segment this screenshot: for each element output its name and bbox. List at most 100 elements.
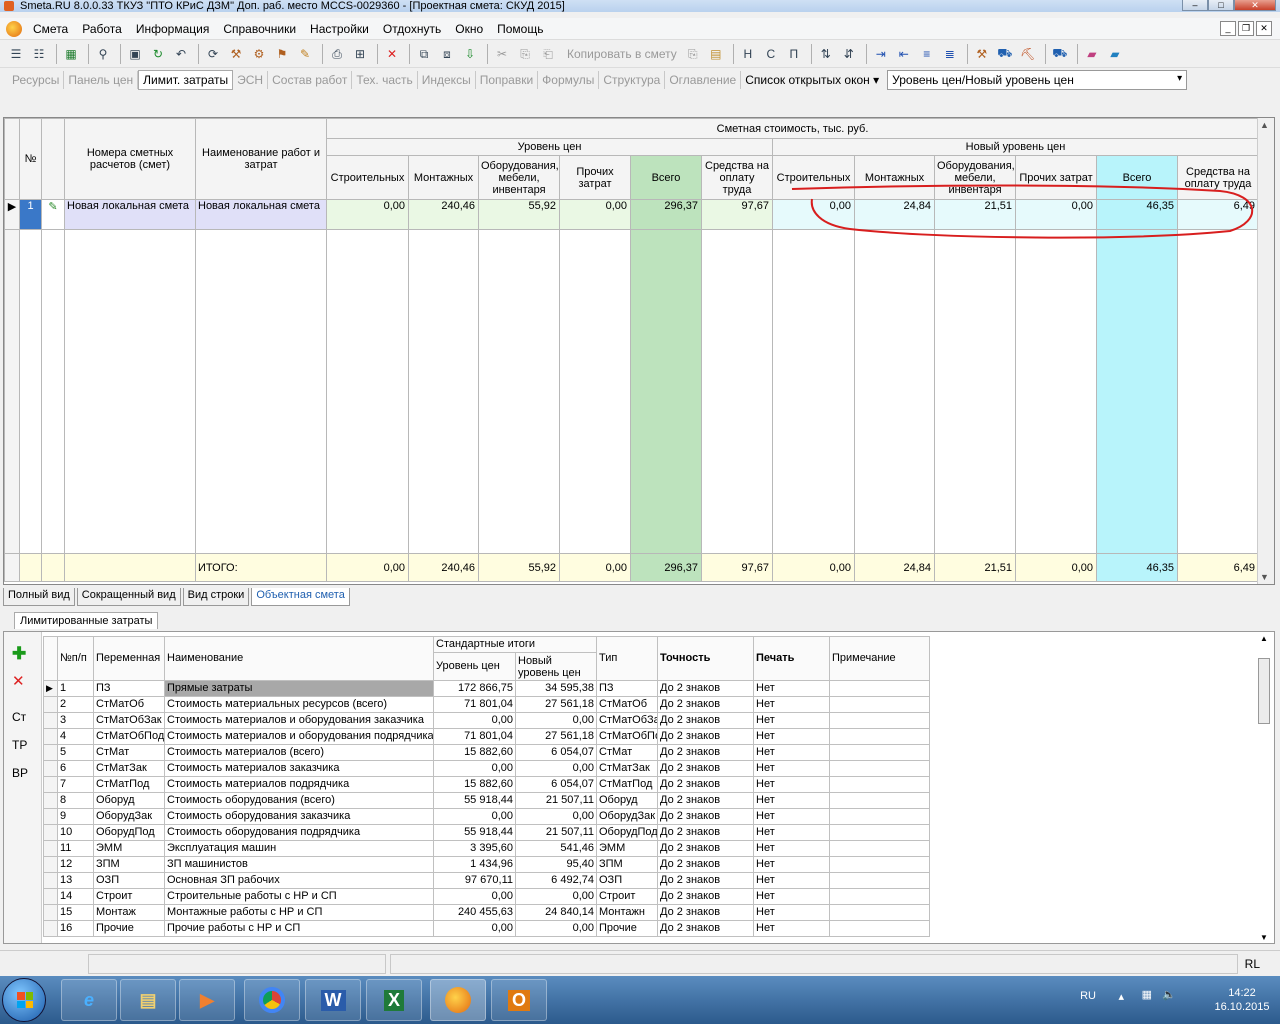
cell-precision[interactable]: До 2 знаков — [657, 680, 754, 697]
delete-row-icon[interactable]: ✕ — [12, 672, 25, 690]
cell-note[interactable] — [829, 808, 930, 825]
menu-info[interactable]: Информация — [129, 22, 216, 36]
menu-help[interactable]: Помощь — [490, 22, 550, 36]
level-down-icon[interactable]: ≣ — [940, 44, 960, 64]
explorer-icon[interactable]: ▤ — [120, 979, 176, 1021]
search-icon[interactable]: ⚲ — [93, 44, 113, 64]
books-icon[interactable]: ▰ — [1105, 44, 1125, 64]
price-level-select[interactable]: Уровень цен/Новый уровень цен — [887, 70, 1188, 90]
cell-type[interactable]: СтМатОбЗа — [596, 712, 658, 729]
cell-name[interactable]: Стоимость оборудования заказчика — [164, 808, 434, 825]
cell-print[interactable]: Нет — [753, 856, 830, 873]
wrench-icon[interactable]: ⚙ — [249, 44, 269, 64]
cell-num[interactable]: 1 — [57, 680, 94, 697]
cell-level[interactable]: 0,00 — [433, 760, 516, 777]
cell-level[interactable]: 0,00 — [433, 920, 516, 937]
cell-print[interactable]: Нет — [753, 776, 830, 793]
cell-new-level[interactable]: 0,00 — [515, 712, 597, 729]
cell-name[interactable]: Монтажные работы с НР и СП — [164, 904, 434, 921]
network-icon[interactable]: ▦ — [1142, 988, 1152, 1001]
cell-note[interactable] — [829, 824, 930, 841]
cell-type[interactable]: ОборудЗак — [596, 808, 658, 825]
menu-settings[interactable]: Настройки — [303, 22, 376, 36]
paste-icon[interactable]: ⎗ — [538, 44, 558, 64]
open-windows-dropdown[interactable]: Список открытых окон ▾ — [741, 71, 883, 89]
cell-precision[interactable]: До 2 знаков — [657, 872, 754, 889]
sort-icon[interactable]: ⇅ — [816, 44, 836, 64]
cell-level[interactable]: 97 670,11 — [433, 872, 516, 889]
clock[interactable]: 14:22 16.10.2015 — [1212, 986, 1272, 1014]
scroll-up-icon[interactable]: ▲ — [1260, 634, 1268, 643]
cell-name[interactable]: Стоимость материалов подрядчика — [164, 776, 434, 793]
table-row[interactable]: 7 СтМатПод Стоимость материалов подрядчика… — [43, 776, 930, 793]
tab-resources[interactable]: Ресурсы — [8, 71, 65, 89]
cell-precision[interactable]: До 2 знаков — [657, 712, 754, 729]
cell-variable[interactable]: СтМатОбЗак — [93, 712, 165, 729]
copy-icon[interactable]: ⎘ — [515, 44, 535, 64]
cell-new-level[interactable]: 0,00 — [515, 888, 597, 905]
cell-note[interactable] — [829, 920, 930, 937]
cell-other[interactable]: 0,00 — [559, 199, 631, 230]
cell-variable[interactable]: СтМатОбПод — [93, 728, 165, 745]
tab-structure[interactable]: Структура — [599, 71, 666, 89]
minimize-button[interactable]: – — [1182, 0, 1208, 11]
copy-estimate-icon[interactable]: ⎘ — [683, 44, 703, 64]
cell-print[interactable]: Нет — [753, 904, 830, 921]
cell-level[interactable]: 71 801,04 — [433, 728, 516, 745]
cell-variable[interactable]: СтМат — [93, 744, 165, 761]
cell-note[interactable] — [829, 888, 930, 905]
cell-note[interactable] — [829, 872, 930, 889]
copy-to-estimate-button[interactable]: Копировать в смету — [567, 47, 677, 61]
tab-row-view[interactable]: Вид строки — [182, 588, 250, 606]
cell-variable[interactable]: ЭММ — [93, 840, 165, 857]
cell-note[interactable] — [829, 776, 930, 793]
cell-level[interactable]: 55 918,44 — [433, 792, 516, 809]
cell-print[interactable]: Нет — [753, 920, 830, 937]
table-row[interactable]: 4 СтМатОбПод Стоимость материалов и оборуд… — [43, 728, 930, 745]
cell-name[interactable]: Прямые затраты — [164, 680, 434, 697]
outlook-icon[interactable]: O — [491, 979, 547, 1021]
lower-vertical-scrollbar[interactable]: ▲ ▼ — [1257, 634, 1271, 942]
cell-name[interactable]: Стоимость оборудования (всего) — [164, 792, 434, 809]
cell-num[interactable]: 3 — [57, 712, 94, 729]
cell-print[interactable]: Нет — [753, 712, 830, 729]
cell-level[interactable]: 55 918,44 — [433, 824, 516, 841]
tab-work-composition[interactable]: Состав работ — [268, 71, 353, 89]
cell-type[interactable]: ЭММ — [596, 840, 658, 857]
cell-name[interactable]: Эксплуатация машин — [164, 840, 434, 857]
cell-note[interactable] — [829, 840, 930, 857]
cell-new-level[interactable]: 6 492,74 — [515, 872, 597, 889]
grid-vertical-scrollbar[interactable]: ▲ ▼ — [1257, 118, 1274, 584]
cell-precision[interactable]: До 2 знаков — [657, 744, 754, 761]
side-tr-button[interactable]: ТР — [12, 738, 27, 752]
cell-type[interactable]: СтМатПод — [596, 776, 658, 793]
cell-type[interactable]: СтМат — [596, 744, 658, 761]
cell-variable[interactable]: Прочие — [93, 920, 165, 937]
cell-name[interactable]: ЗП машинистов — [164, 856, 434, 873]
cell-num[interactable]: 14 — [57, 888, 94, 905]
tab-short-view[interactable]: Сокращенный вид — [76, 588, 181, 606]
print-icon[interactable]: ⎙ — [327, 44, 347, 64]
cell-name[interactable]: Основная ЗП рабочих — [164, 872, 434, 889]
table-row[interactable]: 3 СтМатОбЗак Стоимость материалов и оборуд… — [43, 712, 930, 729]
cell-precision[interactable]: До 2 знаков — [657, 728, 754, 745]
cell-precision[interactable]: До 2 знаков — [657, 696, 754, 713]
cell-variable[interactable]: СтМатПод — [93, 776, 165, 793]
cell-precision[interactable]: До 2 знаков — [657, 856, 754, 873]
close-button[interactable]: ✕ — [1234, 0, 1276, 11]
delete-icon[interactable]: ✕ — [382, 44, 402, 64]
cell-type[interactable]: Прочие — [596, 920, 658, 937]
cell-new-level[interactable]: 21 507,11 — [515, 792, 597, 809]
sp-icon[interactable]: С — [761, 44, 781, 64]
cell-variable[interactable]: ЗПМ — [93, 856, 165, 873]
refresh-icon[interactable]: ↻ — [148, 44, 168, 64]
scroll-down-icon[interactable]: ▼ — [1260, 933, 1268, 942]
cell-name[interactable]: Стоимость материалов (всего) — [164, 744, 434, 761]
cell-name[interactable]: Стоимость материалов и оборудования зака… — [164, 712, 434, 729]
cell-new-level[interactable]: 27 561,18 — [515, 696, 597, 713]
insert-section-icon[interactable]: ☷ — [29, 44, 49, 64]
row-name[interactable]: Новая локальная смета — [195, 199, 327, 230]
cell-num[interactable]: 12 — [57, 856, 94, 873]
cell-note[interactable] — [829, 792, 930, 809]
cell-type[interactable]: СтМатОб — [596, 696, 658, 713]
